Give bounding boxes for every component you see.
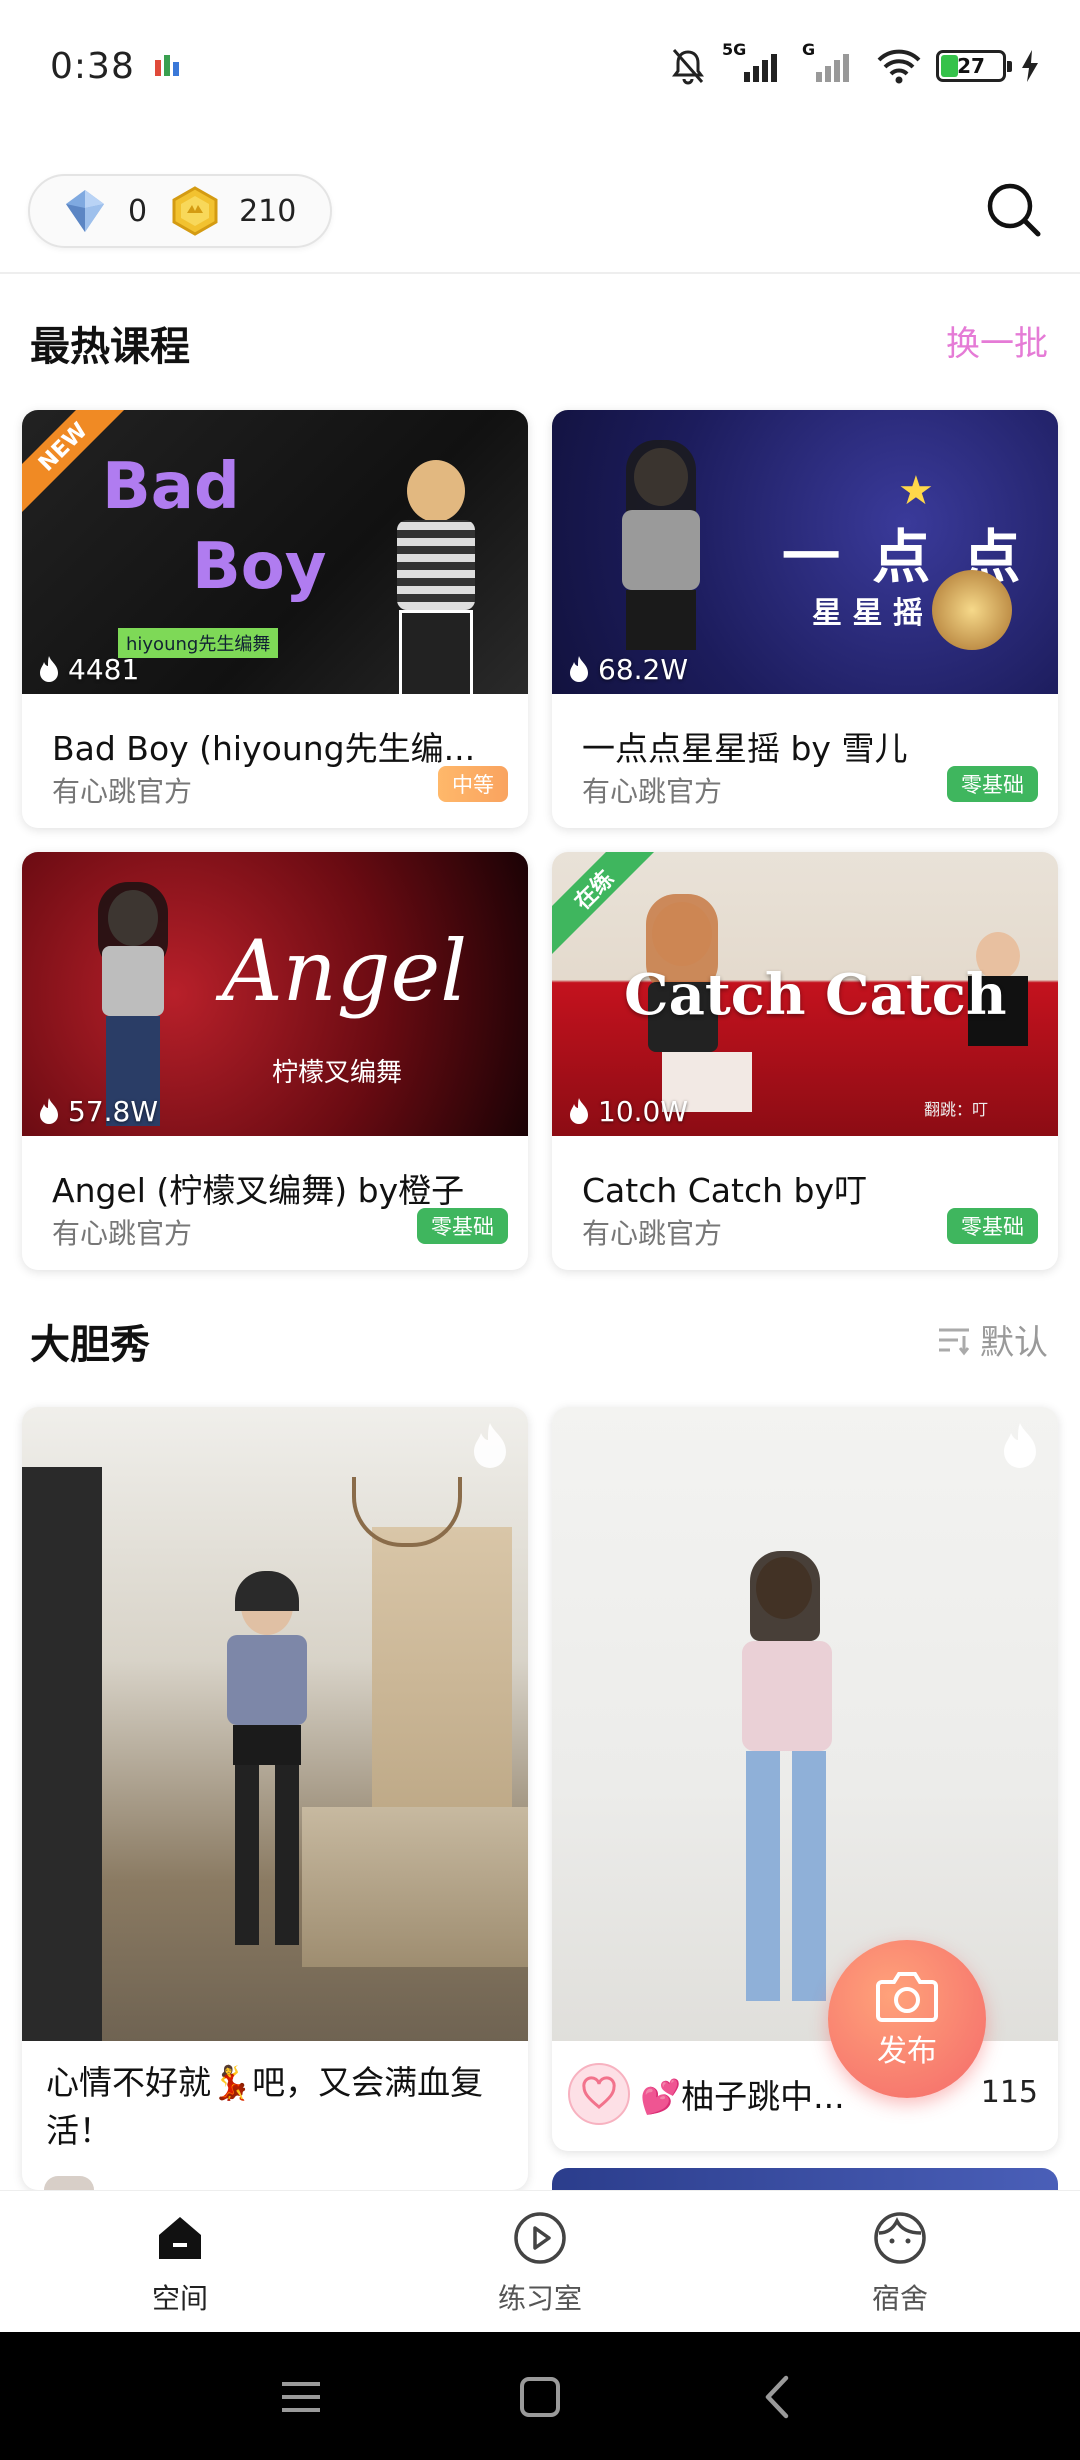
play-circle-icon bbox=[514, 2212, 566, 2264]
system-nav-bar bbox=[0, 2332, 1080, 2460]
app-notification-icon bbox=[155, 55, 179, 76]
fire-icon bbox=[40, 1097, 58, 1124]
sort-icon bbox=[939, 1328, 970, 1355]
home-square-icon[interactable] bbox=[517, 2374, 563, 2420]
avatar[interactable] bbox=[44, 2176, 94, 2190]
course-thumbnail: Catch Catch 翻跳：叮 在练 10.0W bbox=[552, 852, 1058, 1136]
fire-icon bbox=[1004, 1423, 1036, 1468]
level-badge: 零基础 bbox=[417, 1208, 508, 1244]
camera-icon bbox=[876, 1972, 938, 2022]
course-card[interactable]: 一 点 点 星 星 摇 ★ 68.2W 一点点星星摇 by 雪儿 有心跳官方 零… bbox=[552, 410, 1058, 828]
thumb-title-text: Bad bbox=[102, 450, 240, 524]
search-icon[interactable] bbox=[984, 180, 1044, 240]
top-header: 0 210 bbox=[0, 150, 1080, 274]
nav-item-dorm[interactable]: 宿舍 bbox=[810, 2209, 990, 2317]
feed-caption: 心情不好就💃吧，又会满血复活！ bbox=[46, 2063, 484, 2150]
thumb-tag: hiyoung先生编舞 bbox=[118, 628, 279, 658]
feed-card-partial[interactable] bbox=[552, 2168, 1058, 2190]
level-badge: 零基础 bbox=[947, 1208, 1038, 1244]
course-title: Catch Catch by叮 bbox=[582, 1171, 867, 1210]
course-thumbnail: Angel 柠檬叉编舞 57.8W bbox=[22, 852, 528, 1136]
feed-thumbnail bbox=[22, 1407, 528, 2041]
course-card[interactable]: Bad Boy hiyoung先生编舞 NEW 4481 Bad Boy (hi… bbox=[22, 410, 528, 828]
heat-count: 10.0W bbox=[566, 1095, 688, 1128]
nav-item-space[interactable]: 空间 bbox=[90, 2209, 270, 2317]
signal-5g-icon: 5G bbox=[722, 40, 788, 86]
feed-card[interactable]: 心情不好就💃吧，又会满血复活！ bbox=[22, 1407, 528, 2190]
course-thumbnail: Bad Boy hiyoung先生编舞 NEW 4481 bbox=[22, 410, 528, 694]
diamond-icon bbox=[66, 190, 104, 232]
nav-item-practice[interactable]: 练习室 bbox=[450, 2209, 630, 2317]
status-bar: 0:38 5G G 27 bbox=[0, 0, 1080, 140]
course-author: 有心跳官方 bbox=[582, 775, 723, 808]
showcase-title: 大胆秀 bbox=[30, 1322, 150, 1368]
battery-icon: 27 bbox=[936, 50, 1012, 82]
heat-count: 68.2W bbox=[566, 653, 688, 686]
course-card[interactable]: Catch Catch 翻跳：叮 在练 10.0W Catch Catch by… bbox=[552, 852, 1058, 1270]
menu-icon[interactable] bbox=[278, 2374, 324, 2420]
fire-icon bbox=[570, 1097, 588, 1124]
course-card[interactable]: Angel 柠檬叉编舞 57.8W Angel (柠檬叉编舞) by橙子 有心跳… bbox=[22, 852, 528, 1270]
course-author: 有心跳官方 bbox=[52, 775, 193, 808]
course-title: Bad Boy (hiyoung先生编... bbox=[52, 729, 476, 768]
course-author: 有心跳官方 bbox=[582, 1217, 723, 1250]
username: 💕柚子跳中... bbox=[640, 2077, 845, 2116]
thumb-title-text: 柠檬叉编舞 bbox=[272, 1058, 403, 1088]
thumb-title-text: Catch Catch bbox=[624, 962, 1007, 1028]
status-icons: 5G G 27 bbox=[668, 40, 1040, 88]
curtain-graphic bbox=[372, 1527, 512, 1827]
heat-count: 4481 bbox=[36, 653, 139, 686]
bottom-nav: 空间 练习室 宿舍 bbox=[0, 2190, 1080, 2332]
heat-count: 57.8W bbox=[36, 1095, 158, 1128]
thumb-title-text: 星 星 摇 bbox=[812, 596, 923, 631]
charging-icon bbox=[1022, 50, 1038, 82]
like-count: 115 bbox=[980, 2075, 1038, 2110]
course-author: 有心跳官方 bbox=[52, 1217, 193, 1250]
level-badge: 零基础 bbox=[947, 766, 1038, 802]
sort-label: 默认 bbox=[980, 1323, 1048, 1363]
cabinet-graphic bbox=[22, 1467, 102, 2041]
fire-icon bbox=[474, 1423, 506, 1468]
sort-control[interactable]: 默认 bbox=[936, 1315, 1048, 1364]
thumb-title-text: 翻跳：叮 bbox=[924, 1100, 989, 1119]
signal-g-icon: G bbox=[802, 40, 862, 86]
refresh-button[interactable]: 换一批 bbox=[946, 316, 1048, 365]
face-icon bbox=[874, 2212, 926, 2264]
coin-icon bbox=[172, 186, 218, 236]
coin-count: 210 bbox=[239, 193, 297, 229]
publish-label: 发布 bbox=[877, 2034, 937, 2069]
thumb-title-text: Angel bbox=[222, 922, 468, 1020]
home-icon bbox=[159, 2217, 201, 2259]
currency-pill[interactable]: 0 210 bbox=[28, 174, 332, 248]
status-time: 0:38 bbox=[50, 46, 135, 87]
course-thumbnail: 一 点 点 星 星 摇 ★ 68.2W bbox=[552, 410, 1058, 694]
publish-button[interactable]: 发布 bbox=[828, 1940, 986, 2098]
course-title: Angel (柠檬叉编舞) by橙子 bbox=[52, 1171, 465, 1210]
mute-bell-icon bbox=[672, 49, 704, 85]
bed-graphic bbox=[302, 1807, 528, 1967]
level-badge: 中等 bbox=[438, 766, 508, 802]
heart-avatar-icon bbox=[582, 2076, 616, 2109]
feed-user[interactable]: 💕柚子跳中... bbox=[568, 2063, 845, 2125]
feed-thumbnail bbox=[552, 1407, 1058, 2041]
dancer-figure bbox=[712, 1551, 862, 2041]
fire-icon bbox=[570, 655, 588, 682]
wifi-icon bbox=[877, 49, 921, 84]
course-title: 一点点星星摇 by 雪儿 bbox=[582, 729, 908, 768]
fire-icon bbox=[40, 655, 58, 682]
thumb-title-text: Boy bbox=[192, 530, 327, 604]
avatar[interactable] bbox=[568, 2063, 630, 2125]
star-graphic: ★ bbox=[898, 468, 934, 514]
dancer-figure bbox=[377, 450, 497, 694]
back-icon[interactable] bbox=[756, 2374, 802, 2420]
moon-graphic bbox=[932, 570, 1012, 650]
hot-courses-title: 最热课程 bbox=[30, 324, 190, 370]
diamond-count: 0 bbox=[128, 193, 148, 229]
